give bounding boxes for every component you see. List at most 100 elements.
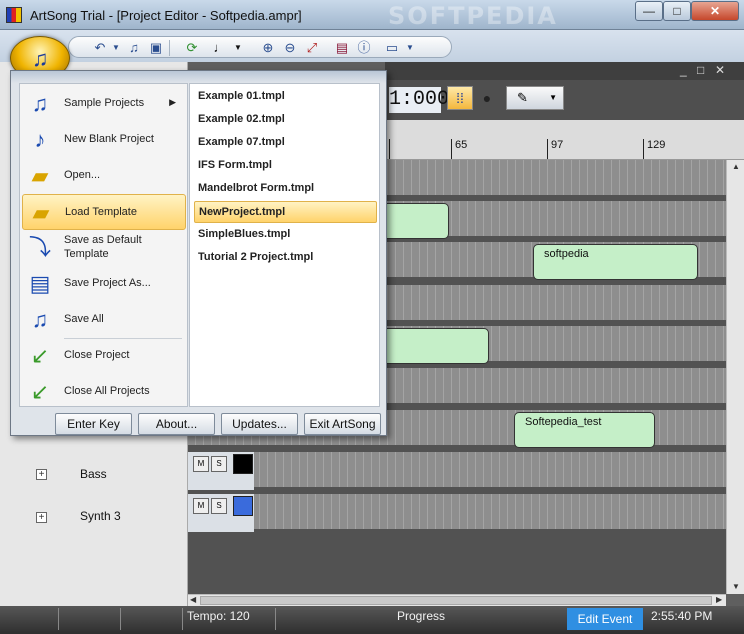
child-window-bar: _ □ ✕ <box>385 62 744 80</box>
menu-item-save-project-as[interactable]: ▤ Save Project As... <box>22 266 186 302</box>
menu-item-label: Save All <box>64 313 104 325</box>
snap-grid-icon[interactable]: ⁞⁞ <box>447 86 473 110</box>
about-button[interactable]: About... <box>138 413 215 435</box>
maximize-button[interactable]: □ <box>663 1 691 21</box>
updates-button[interactable]: Updates... <box>221 413 298 435</box>
horizontal-scrollbar[interactable]: ◀ ▶ <box>188 594 726 606</box>
clip[interactable]: softpedia <box>533 244 698 280</box>
note-dropdown-icon[interactable]: ▼ <box>229 40 247 56</box>
template-item[interactable]: Tutorial 2 Project.tmpl <box>194 247 377 269</box>
menu-item-save-as-default-template[interactable]: ⤵ Save as Default Template <box>22 230 186 266</box>
close-folder-icon: ↙ <box>30 343 50 368</box>
exit-artsong-button[interactable]: Exit ArtSong <box>304 413 381 435</box>
close-all-icon: ↙ <box>30 379 50 404</box>
template-item[interactable]: Example 01.tmpl <box>194 86 377 108</box>
child-close-button[interactable]: ✕ <box>715 63 725 77</box>
track-color-synth-3[interactable] <box>233 496 253 516</box>
window-layout-icon[interactable]: ▭ <box>383 40 401 56</box>
enter-key-button[interactable]: Enter Key <box>55 413 132 435</box>
status-separator <box>275 608 276 630</box>
open-folder-icon: ▰ <box>31 163 49 188</box>
menu-item-close-project[interactable]: ↙ Close Project <box>22 338 186 374</box>
solo-button-bass[interactable]: S <box>211 456 227 472</box>
empty-track-area <box>188 536 744 594</box>
track-name-synth-3[interactable]: Synth 3 <box>80 509 121 523</box>
ruler-tick <box>643 139 644 159</box>
scroll-down-icon[interactable]: ▼ <box>732 582 740 591</box>
zoom-fit-icon[interactable]: ⤢ <box>303 40 321 56</box>
scroll-left-icon[interactable]: ◀ <box>190 595 196 604</box>
watermark-text: SOFTPEDIA <box>388 2 558 30</box>
menu-item-close-all-projects[interactable]: ↙ Close All Projects <box>22 374 186 410</box>
window-title: ArtSong Trial - [Project Editor - Softpe… <box>30 8 302 23</box>
ruler-label: 97 <box>551 139 564 151</box>
status-separator <box>58 608 59 630</box>
template-item[interactable]: Example 07.tmpl <box>194 132 377 154</box>
mute-button-synth-3[interactable]: M <box>193 498 209 514</box>
scroll-right-icon[interactable]: ▶ <box>716 595 722 604</box>
minimize-button[interactable]: — <box>635 1 663 21</box>
save-as-icon: ▤ <box>29 271 51 296</box>
ruler-tick <box>547 139 548 159</box>
time-display: 1:000 <box>389 87 450 113</box>
refresh-icon[interactable]: ⟳ <box>183 40 201 56</box>
menu-item-label: Open... <box>64 169 101 181</box>
help-book-icon[interactable]: ▤ <box>333 40 351 56</box>
menu-item-load-template[interactable]: ▰ Load Template <box>22 194 186 230</box>
track-color-bass[interactable] <box>233 454 253 474</box>
music-note-icon: ♫ <box>31 91 49 116</box>
status-separator <box>120 608 121 630</box>
clock: 2:55:40 PM <box>651 609 713 623</box>
undo-dropdown-icon[interactable]: ▼ <box>107 40 125 56</box>
track-name-bass[interactable]: Bass <box>80 467 107 481</box>
note-duration-icon[interactable]: ♩ <box>211 40 229 56</box>
expand-bass-icon[interactable]: + <box>36 469 47 480</box>
toolbar-separator <box>169 40 170 56</box>
menu-item-label: Close Project <box>64 349 130 361</box>
track-lane-bass[interactable] <box>188 452 744 490</box>
expand-synth-3-icon[interactable]: + <box>36 512 47 523</box>
status-separator <box>182 608 183 630</box>
menu-item-label: Save as Default Template <box>64 234 142 260</box>
edit-tool-dropdown[interactable]: ✎ ▼ <box>506 86 564 110</box>
template-item[interactable]: IFS Form.tmpl <box>194 155 377 177</box>
menu-item-save-all[interactable]: ♫ Save All <box>22 302 186 338</box>
zoom-out-icon[interactable]: ⊖ <box>281 40 299 56</box>
new-document-icon: ♪ <box>34 127 46 152</box>
menu-commands: ♫ Sample Projects ▶ ♪ New Blank Project … <box>19 83 188 407</box>
child-minimize-button[interactable]: _ <box>680 63 687 77</box>
scroll-thumb[interactable] <box>200 596 712 605</box>
open-project-icon[interactable]: ♫ <box>125 40 143 56</box>
template-item-selected[interactable]: NewProject.tmpl <box>194 201 377 223</box>
mute-button-bass[interactable]: M <box>193 456 209 472</box>
menu-item-open[interactable]: ▰ Open... <box>22 158 186 194</box>
template-item[interactable]: Mandelbrot Form.tmpl <box>194 178 377 200</box>
menu-item-label: Sample Projects <box>64 97 145 109</box>
menu-item-sample-projects[interactable]: ♫ Sample Projects ▶ <box>22 86 186 122</box>
close-button[interactable]: ✕ <box>691 1 739 21</box>
zoom-in-icon[interactable]: ⊕ <box>259 40 277 56</box>
music-note-icon: ♫ <box>32 46 49 71</box>
template-item[interactable]: SimpleBlues.tmpl <box>194 224 377 246</box>
toolbar-strip: ↶ ▼ ♫ ▣ ⟳ ♩ ▼ ⊕ ⊖ ⤢ ▤ ⓘ ▭ ▼ <box>68 36 452 58</box>
timeline-ruler[interactable]: 65 97 129 <box>385 120 744 160</box>
solo-button-synth-3[interactable]: S <box>211 498 227 514</box>
save-icon[interactable]: ▣ <box>147 40 165 56</box>
child-maximize-button[interactable]: □ <box>697 63 704 77</box>
track-lane-synth-3[interactable] <box>188 494 744 532</box>
template-item[interactable]: Example 02.tmpl <box>194 109 377 131</box>
save-default-icon: ⤵ <box>28 235 51 260</box>
edit-event-indicator: Edit Event <box>567 608 643 630</box>
vertical-scrollbar[interactable]: ▲ ▼ <box>726 160 744 594</box>
clip[interactable]: Softepedia_test <box>514 412 655 448</box>
menu-item-new-blank-project[interactable]: ♪ New Blank Project <box>22 122 186 158</box>
menu-item-label: Save Project As... <box>64 277 151 289</box>
record-icon[interactable]: ● <box>474 86 500 110</box>
menu-item-label: Load Template <box>65 206 137 218</box>
template-list: Example 01.tmpl Example 02.tmpl Example … <box>189 83 380 407</box>
scroll-up-icon[interactable]: ▲ <box>732 162 740 171</box>
info-icon[interactable]: ⓘ <box>355 40 373 56</box>
ruler-tick <box>451 139 452 159</box>
layout-dropdown-icon[interactable]: ▼ <box>401 40 419 56</box>
application-menu: ♫ Sample Projects ▶ ♪ New Blank Project … <box>10 70 387 436</box>
